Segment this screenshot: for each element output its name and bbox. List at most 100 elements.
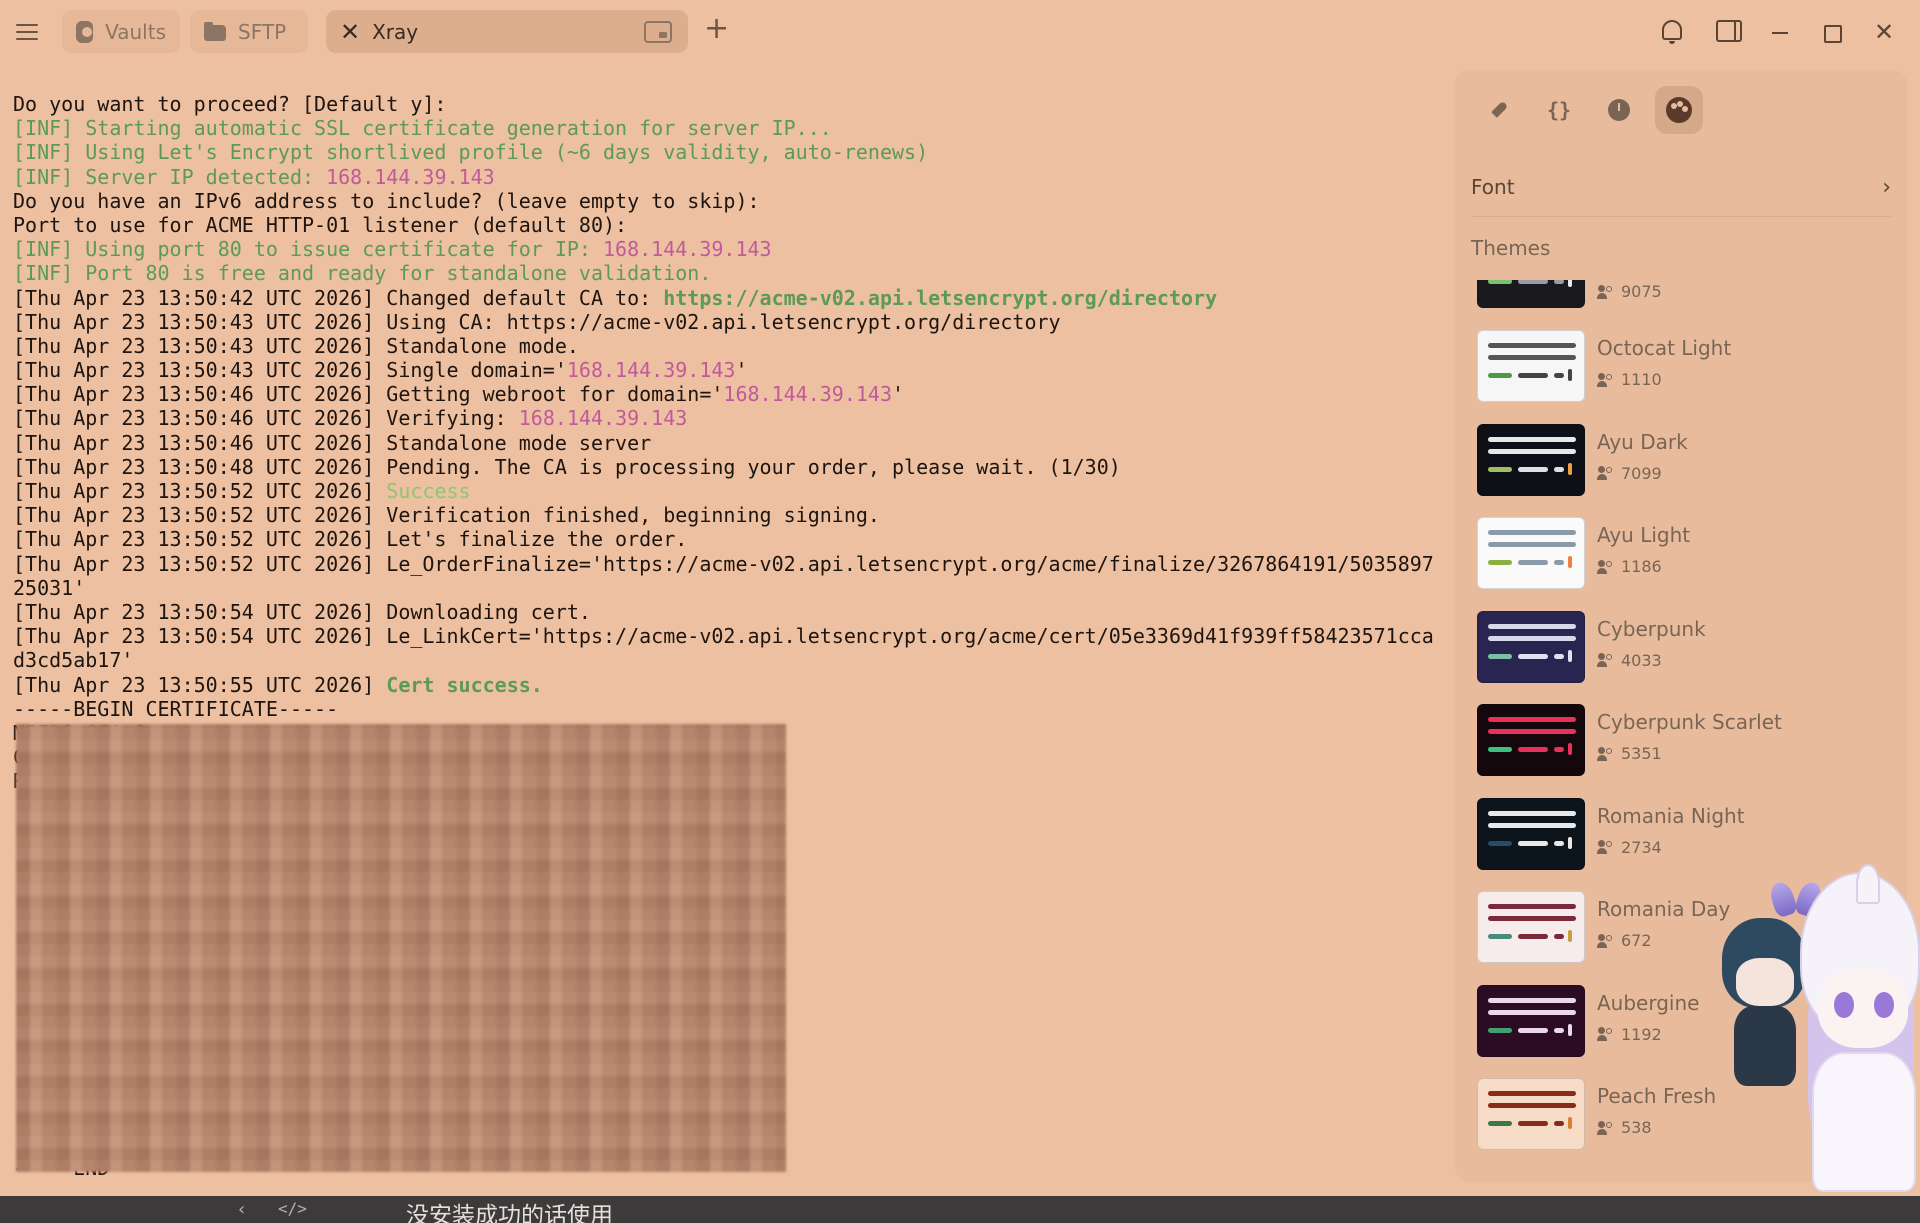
preview-bar [1518, 840, 1548, 846]
preview-bar [1568, 930, 1572, 942]
preview-bar [1488, 997, 1576, 1003]
terminal-text: 168.144.39.143 [326, 164, 495, 189]
preview-bar [1568, 369, 1572, 381]
user-count: 7099 [1621, 463, 1662, 483]
font-setting[interactable]: Font › [1471, 166, 1891, 208]
theme-preview [1477, 797, 1585, 870]
preview-bar [1554, 466, 1564, 472]
title-bar: Vaults SFTP ✕ Xray + ✕ [0, 0, 1920, 64]
preview-bar [1568, 1023, 1572, 1036]
preview-bar [1554, 560, 1564, 565]
terminal-text: [Thu Apr 23 13:50:54 UTC 2026] Le_LinkCe… [13, 624, 1434, 649]
terminal-text: [Thu Apr 23 13:50:42 UTC 2026] Changed d… [13, 285, 664, 310]
terminal-text: 25031' [13, 575, 86, 600]
users-icon [1597, 372, 1615, 387]
preview-bar [1568, 1117, 1572, 1129]
snippets-button[interactable] [1475, 86, 1523, 134]
theme-user-count: 7099 [1597, 464, 1662, 483]
preview-bar [1488, 1121, 1512, 1126]
preview-bar [1518, 1027, 1548, 1033]
preview-bar [1568, 280, 1572, 287]
preview-bar [1518, 1121, 1548, 1126]
terminal-text: 168.144.39.143 [566, 358, 736, 383]
theme-item[interactable]: Cyberpunk Scarlet 5351 [1477, 704, 1897, 778]
theme-user-count: 5351 [1597, 744, 1662, 763]
theme-item[interactable]: Ayu Light 1186 [1477, 517, 1897, 591]
users-icon [1597, 1120, 1615, 1135]
preview-bar [1488, 343, 1576, 348]
terminal-line: Do you want to proceed? [Default y]: [13, 92, 1453, 116]
terminal-text: d3cd5ab17' [13, 648, 134, 673]
terminal-text: [Thu Apr 23 13:50:48 UTC 2026] Pending. … [13, 454, 1121, 479]
preview-bar [1568, 649, 1572, 662]
chevron-right-icon: › [1882, 174, 1891, 200]
preview-bar [1518, 466, 1548, 472]
preview-bar [1518, 653, 1548, 659]
theme-item[interactable]: Cyberpunk 4033 [1477, 610, 1897, 685]
minimize-button[interactable] [1766, 18, 1794, 46]
bell-icon[interactable] [1662, 20, 1682, 44]
preview-bar [1554, 1027, 1564, 1033]
history-button[interactable] [1595, 86, 1643, 134]
terminal-text: [INF] Using Let's Encrypt shortlived pro… [13, 140, 929, 165]
theme-item[interactable]: Ayu Dark 7099 [1477, 423, 1897, 498]
menu-icon[interactable] [16, 18, 44, 46]
sidebar-toggle-icon[interactable] [1716, 20, 1742, 42]
preview-bar [1488, 623, 1576, 629]
preview-bar [1488, 1009, 1576, 1015]
preview-bar [1488, 373, 1512, 378]
theme-name: Peach Fresh [1597, 1084, 1717, 1108]
terminal-line: [INF] Port 80 is free and ready for stan… [13, 261, 1453, 285]
code-icon[interactable]: </> [278, 1199, 307, 1218]
tab-xray[interactable]: ✕ Xray [326, 10, 688, 53]
appearance-button[interactable] [1655, 86, 1703, 134]
theme-preview [1477, 423, 1585, 496]
theme-item[interactable]: 9075 [1477, 280, 1897, 310]
maximize-button[interactable] [1818, 18, 1846, 46]
user-count: 1110 [1621, 370, 1662, 389]
theme-item[interactable]: Octocat Light 1110 [1477, 330, 1897, 404]
preview-bar [1488, 1027, 1512, 1033]
theme-preview [1477, 330, 1585, 402]
theme-item[interactable]: Romania Night 2734 [1477, 797, 1897, 872]
terminal-text: [INF] Port 80 is free and ready for stan… [13, 261, 712, 286]
terminal-line: Do you have an IPv6 address to include? … [13, 189, 1453, 213]
users-icon [1597, 284, 1615, 299]
close-window-button[interactable]: ✕ [1870, 18, 1898, 46]
terminal-line: [Thu Apr 23 13:50:52 UTC 2026] Le_OrderF… [13, 552, 1453, 576]
variables-button[interactable]: {} [1535, 86, 1583, 134]
divider [1471, 216, 1891, 217]
theme-user-count: 672 [1597, 931, 1652, 950]
terminal-line: [INF] Using Let's Encrypt shortlived pro… [13, 140, 1453, 164]
terminal-line: [Thu Apr 23 13:50:46 UTC 2026] Standalon… [13, 431, 1453, 455]
terminal-line: [Thu Apr 23 13:50:54 UTC 2026] Le_LinkCe… [13, 624, 1453, 648]
theme-user-count: 9075 [1597, 282, 1662, 301]
preview-bar [1488, 1103, 1576, 1108]
terminal-text: [Thu Apr 23 13:50:52 UTC 2026] Let's fin… [13, 527, 688, 552]
tab-sftp[interactable]: SFTP [190, 10, 308, 53]
preview-bar [1554, 840, 1564, 846]
user-count: 672 [1621, 931, 1652, 950]
preview-bar [1488, 904, 1576, 909]
terminal-line: Port to use for ACME HTTP-01 listener (d… [13, 213, 1453, 237]
theme-preview [1477, 984, 1585, 1057]
preview-bar [1518, 747, 1548, 752]
preview-bar [1518, 934, 1548, 939]
preview-bar [1488, 355, 1576, 360]
terminal-text: 168.144.39.143 [723, 382, 892, 407]
terminal-text: [INF] Using port 80 to issue certificate… [13, 237, 604, 262]
close-icon[interactable]: ✕ [340, 20, 360, 44]
theme-user-count: 1192 [1597, 1025, 1662, 1044]
add-tab-button[interactable]: + [704, 14, 729, 44]
redacted-certificate [16, 724, 786, 1172]
braces-icon: {} [1546, 98, 1572, 122]
preview-bar [1554, 934, 1564, 939]
terminal-line: [Thu Apr 23 13:50:52 UTC 2026] Verificat… [13, 503, 1453, 527]
preview-bar [1554, 747, 1564, 752]
back-arrow-icon[interactable]: ‹ [238, 1199, 245, 1220]
terminal-text: Do you want to proceed? [Default y]: [13, 92, 447, 116]
chibi-character-white [1794, 864, 1920, 1196]
terminal-line: [Thu Apr 23 13:50:55 UTC 2026] Cert succ… [13, 673, 1453, 697]
terminal-line: [Thu Apr 23 13:50:54 UTC 2026] Downloadi… [13, 600, 1453, 624]
tab-vaults[interactable]: Vaults [62, 10, 180, 53]
